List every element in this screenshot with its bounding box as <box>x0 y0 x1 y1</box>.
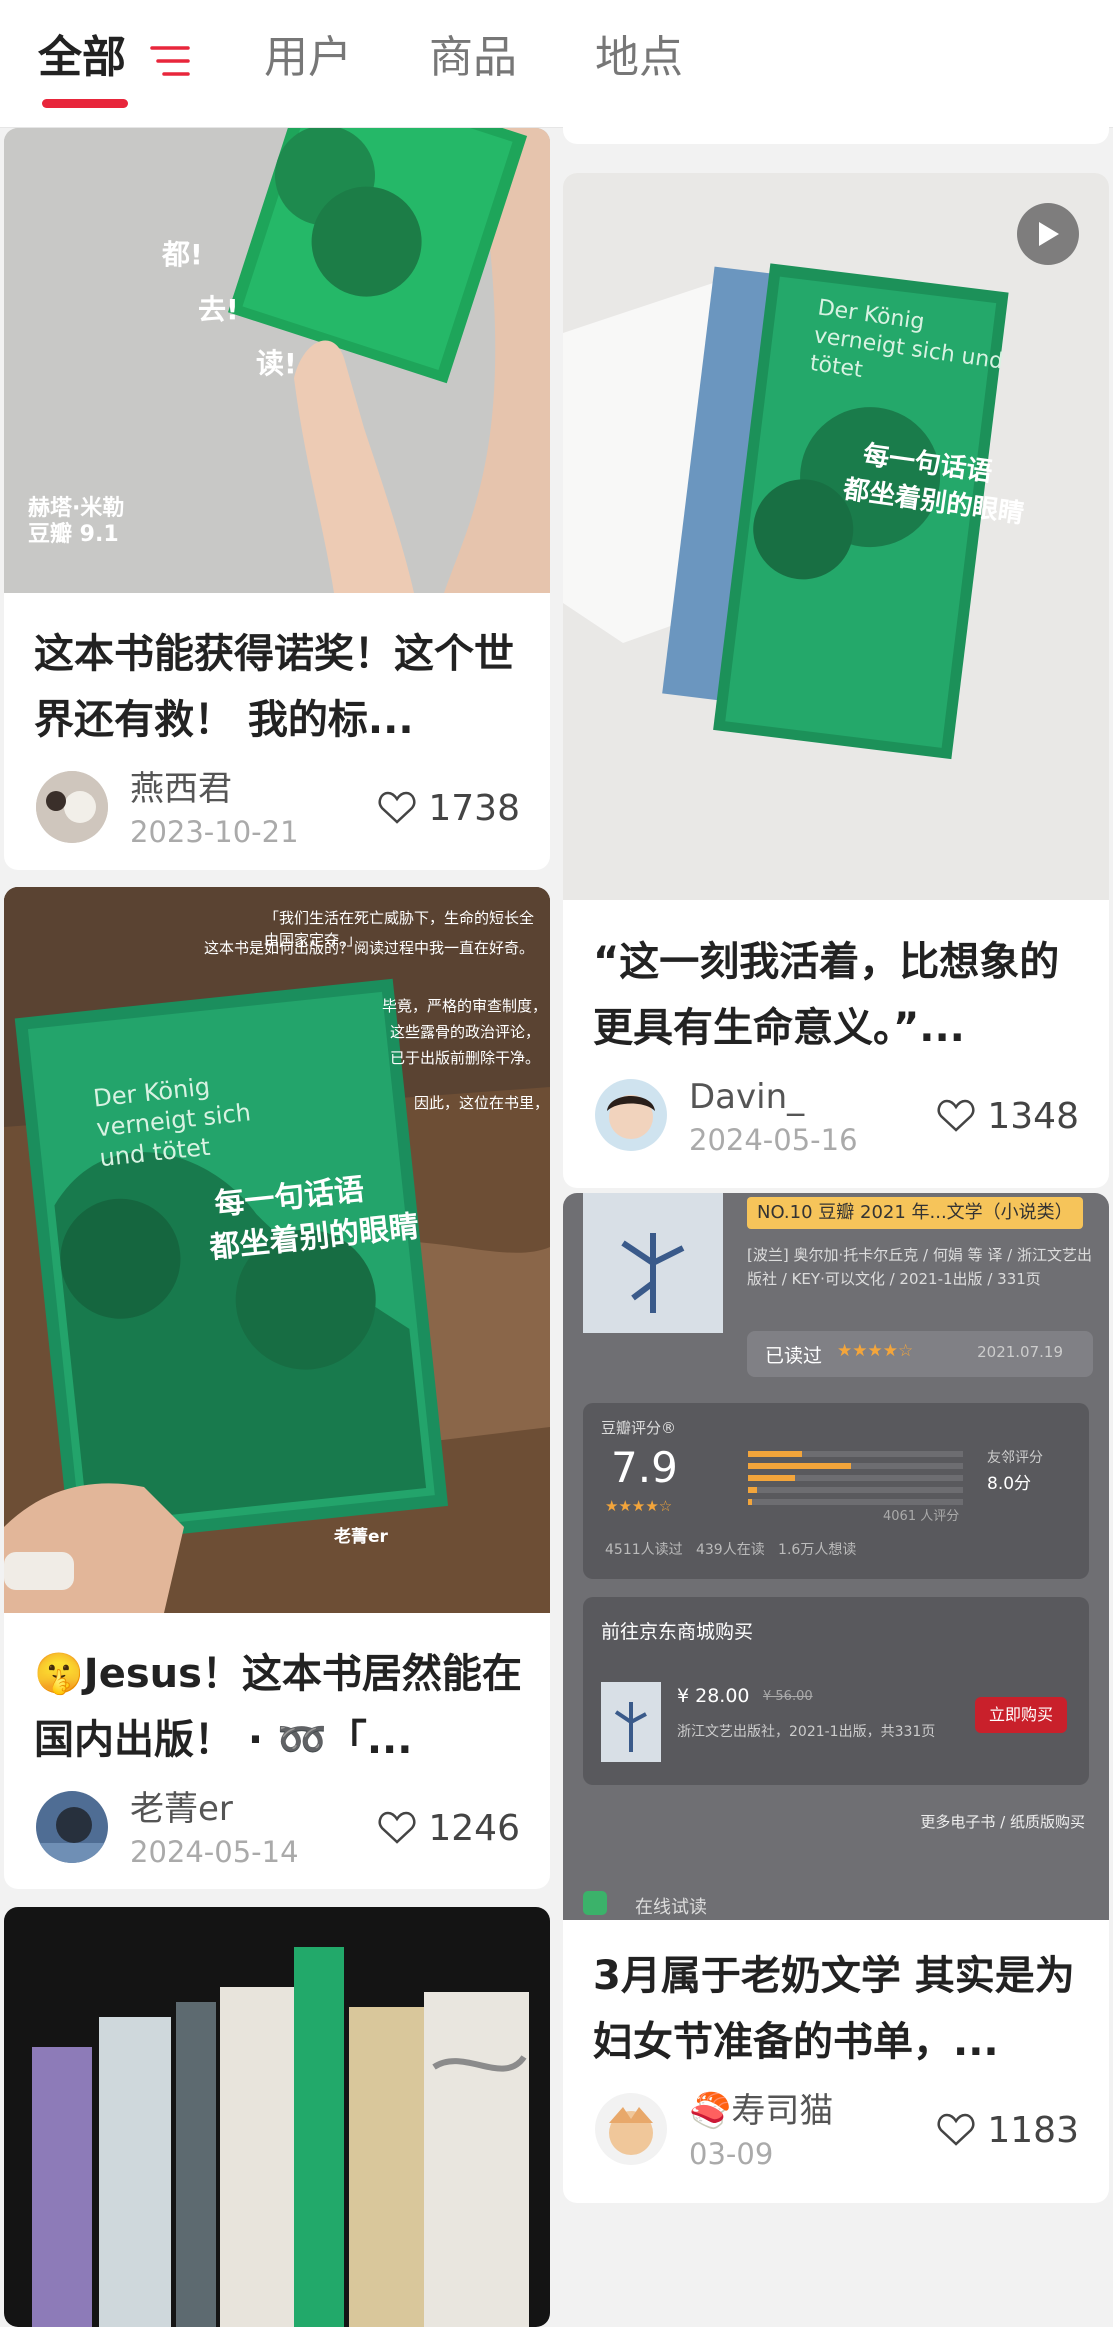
author-avatar[interactable] <box>36 771 108 843</box>
cover-quote: 毕竟，严格的审查制度， <box>382 997 548 1015</box>
cover-text-line: 读! <box>256 347 297 380</box>
note-card[interactable]: 都! 去! 读! 赫塔·米勒 豆瓣 9.1 这本书能获得诺奖！这个世界还有救！ … <box>4 128 550 870</box>
cover-text-line: 都! <box>162 238 203 271</box>
like-button[interactable]: 1738 <box>378 783 520 833</box>
friend-rating-label: 友邻评分 <box>987 1450 1043 1466</box>
note-cover-image[interactable]: 都! 去! 读! 赫塔·米勒 豆瓣 9.1 <box>4 128 550 593</box>
rating-panel-title: 豆瓣评分® <box>601 1419 677 1437</box>
post-date: 2024-05-14 <box>130 1835 299 1869</box>
post-date: 2024-05-16 <box>689 1123 858 1157</box>
note-card[interactable]: Der König verneigt sich und tötet 每一句话语 … <box>563 173 1109 1188</box>
note-cover-image[interactable]: Der König verneigt sich und tötet 每一句话语 … <box>563 173 1109 900</box>
cover-text-line: 去! <box>198 293 239 326</box>
tab-goods[interactable]: 商品 <box>429 28 517 88</box>
online-trial-label: 在线试读 <box>635 1897 707 1918</box>
post-date: 2023-10-21 <box>130 815 299 849</box>
filter-icon[interactable] <box>150 44 190 78</box>
like-count: 1183 <box>987 2109 1079 2151</box>
tab-users[interactable]: 用户 <box>264 28 352 88</box>
heart-outline-icon <box>937 2113 975 2146</box>
jd-purchase-panel: 前往京东商城购买 ¥ 28.00 ¥ 56.00 浙江文艺出版社，2021-1出… <box>583 1597 1089 1785</box>
book-meta: [波兰] 奥尔加·托卡尔丘克 / 何娟 等 译 / 浙江文艺出版社 / KEY·… <box>747 1246 1092 1288</box>
note-title[interactable]: “这一刻我活着，比想象的更具有生命意义。”... <box>593 929 1093 1061</box>
author-name[interactable]: 燕西君 <box>130 768 232 810</box>
douban-rating-panel: 豆瓣评分® 7.9 ★★★★☆ 4061 人评分 友邻评分 8.0分 4511人… <box>583 1403 1089 1579</box>
cover-watermark: 老菁er <box>334 1527 388 1547</box>
like-count: 1738 <box>428 787 520 829</box>
rating-stars: ★★★★☆ <box>605 1497 673 1515</box>
friend-rating-score: 8.0分 <box>987 1474 1032 1494</box>
active-tab-indicator <box>42 99 128 108</box>
book-price: ¥ 28.00 <box>677 1685 750 1707</box>
note-cover-image[interactable]: 「我们生活在死亡威胁下，生命的短长全由国家定夺。」 这本书是如何出版的？阅读过程… <box>4 887 550 1613</box>
top-tab-bar: 全部 用户 商品 地点 <box>0 0 1113 128</box>
author-name[interactable]: 🍣寿司猫 <box>689 2090 833 2132</box>
note-title[interactable]: 这本书能获得诺奖！这个世界还有救！ 我的标... <box>34 621 534 753</box>
cover-quote: 已于出版前删除干净。 <box>390 1049 541 1067</box>
read-date: 2021.07.19 <box>977 1343 1063 1361</box>
like-count: 1246 <box>428 1807 520 1849</box>
post-date: 03-09 <box>689 2137 774 2171</box>
like-button[interactable]: 1183 <box>937 2105 1079 2155</box>
tab-places[interactable]: 地点 <box>595 28 683 88</box>
note-card[interactable]: 「我们生活在死亡威胁下，生命的短长全由国家定夺。」 这本书是如何出版的？阅读过程… <box>4 887 550 1889</box>
tab-all[interactable]: 全部 <box>38 28 126 88</box>
rating-stars: ★★★★☆ <box>837 1341 914 1361</box>
heart-outline-icon <box>378 1811 416 1844</box>
note-title[interactable]: 🤫Jesus！这本书居然能在国内出版！ · ➿「... <box>34 1641 534 1773</box>
rating-count: 4061 人评分 <box>883 1509 960 1524</box>
note-card-tail <box>563 114 1109 144</box>
cover-quote: 因此，这位在书里， <box>414 1094 550 1112</box>
rating-score: 7.9 <box>611 1443 678 1492</box>
read-status-label: 已读过 <box>765 1345 823 1367</box>
like-button[interactable]: 1246 <box>378 1803 520 1853</box>
read-status-bar: 已读过 ★★★★☆ 2021.07.19 <box>747 1331 1093 1377</box>
heart-outline-icon <box>378 791 416 824</box>
cover-caption: 豆瓣 9.1 <box>28 522 119 547</box>
author-avatar[interactable] <box>595 1079 667 1151</box>
heart-outline-icon <box>937 1099 975 1132</box>
like-button[interactable]: 1348 <box>937 1091 1079 1141</box>
jd-panel-title: 前往京东商城购买 <box>601 1621 754 1643</box>
note-cover-image[interactable] <box>4 1907 550 2327</box>
note-card[interactable]: NO.10 豆瓣 2021 年...文学（小说类） [波兰] 奥尔加·托卡尔丘克… <box>563 1193 1109 2203</box>
book-icon <box>583 1891 607 1915</box>
cover-quote: 这些露骨的政治评论， <box>390 1023 541 1041</box>
note-card[interactable] <box>4 1907 550 2327</box>
buy-now-button: 立即购买 <box>975 1697 1067 1733</box>
note-title[interactable]: 3月属于老奶文学 其实是为妇女节准备的书单，... <box>593 1943 1093 2075</box>
author-name[interactable]: Davin_ <box>689 1076 804 1118</box>
cover-quote: 这本书是如何出版的？阅读过程中我一直在好奇。 <box>204 939 535 957</box>
author-avatar[interactable] <box>36 1791 108 1863</box>
like-count: 1348 <box>987 1095 1079 1137</box>
author-name[interactable]: 老菁er <box>130 1788 233 1830</box>
play-icon[interactable] <box>1017 203 1079 265</box>
more-purchase-link: 更多电子书 / 纸质版购买 <box>920 1813 1085 1831</box>
rank-badge: NO.10 豆瓣 2021 年...文学（小说类） <box>747 1197 1083 1229</box>
note-cover-image[interactable]: NO.10 豆瓣 2021 年...文学（小说类） [波兰] 奥尔加·托卡尔丘克… <box>563 1193 1109 1920</box>
book-old-price: ¥ 56.00 <box>763 1689 813 1704</box>
reading-stats: 4511人读过 439人在读 1.6万人想读 <box>605 1542 857 1558</box>
publisher-info: 浙江文艺出版社，2021-1出版，共331页 <box>677 1724 936 1740</box>
author-avatar[interactable] <box>595 2093 667 2165</box>
